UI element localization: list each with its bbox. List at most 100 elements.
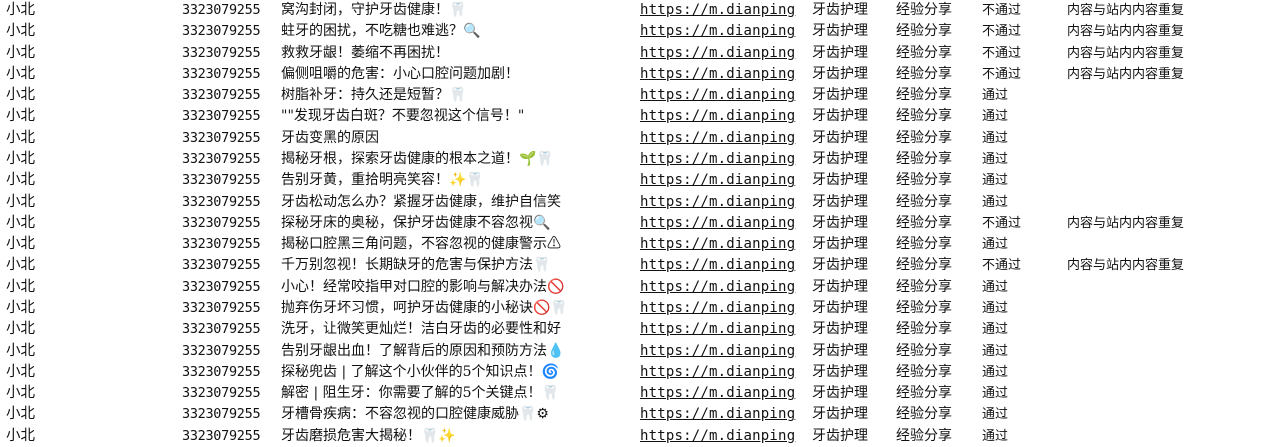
id-cell: 3323079255 xyxy=(182,129,261,146)
title-cell: 告别牙龈出血！了解背后的原因和预防方法💧 xyxy=(281,342,565,359)
category-cell: 牙齿护理 xyxy=(812,172,868,189)
id-cell: 3323079255 xyxy=(182,151,261,167)
url-link[interactable]: https://m.dianping xyxy=(640,213,810,234)
table-row: 小北 3323079255 牙齿磨损危害大揭秘！🦷✨ https://m.dianpi… xyxy=(0,426,1280,447)
category-cell: 牙齿护理 xyxy=(812,406,868,423)
category-cell: 牙齿护理 xyxy=(812,427,868,444)
url-link[interactable]: https://m.dianping xyxy=(640,341,810,362)
id-cell: 3323079255 xyxy=(182,23,261,40)
url-link[interactable]: https://m.dianping xyxy=(640,319,810,340)
id-cell: 3323079255 xyxy=(182,2,261,18)
title-cell: 千万别忽视！长期缺牙的危害与保护方法🦷 xyxy=(281,257,551,274)
id-cell: 3323079255 xyxy=(182,406,261,423)
url-link[interactable]: https://m.dianping xyxy=(640,128,810,149)
status-cell: 不通过 xyxy=(982,45,1022,61)
table-row: 小北 3323079255 探秘兜齿 | 了解这个小伙伴的5个知识点！🌀 https:… xyxy=(0,362,1280,383)
reason-cell xyxy=(1067,128,1277,149)
id-cell: 3323079255 xyxy=(182,385,261,402)
url-link[interactable]: https://m.dianping xyxy=(640,298,810,319)
reason-cell xyxy=(1067,277,1277,298)
url-link[interactable]: https://m.dianping xyxy=(640,234,810,255)
url-link[interactable]: https://m.dianping xyxy=(640,106,810,127)
type-cell: 经验分享 xyxy=(896,342,952,359)
table-row: 小北 3323079255 窝沟封闭，守护牙齿健康！🦷 https://m.dianp… xyxy=(0,0,1280,21)
title-cell: 探秘牙床的奥秘，保护牙齿健康不容忽视🔍 xyxy=(281,214,551,231)
category-cell: 牙齿护理 xyxy=(812,23,868,40)
user-cell: 小北 xyxy=(6,129,35,146)
reason-cell: 内容与站内内容重复 xyxy=(1067,258,1185,274)
category-cell: 牙齿护理 xyxy=(812,108,868,125)
url-link[interactable]: https://m.dianping xyxy=(640,383,810,404)
id-cell: 3323079255 xyxy=(182,363,261,380)
status-cell: 不通过 xyxy=(982,3,1022,18)
type-cell: 经验分享 xyxy=(896,108,952,125)
id-cell: 3323079255 xyxy=(182,87,261,104)
reason-cell: 内容与站内内容重复 xyxy=(1067,66,1185,82)
type-cell: 经验分享 xyxy=(896,427,952,444)
url-link[interactable]: https://m.dianping xyxy=(640,426,810,447)
id-cell: 3323079255 xyxy=(182,108,261,125)
reason-cell xyxy=(1067,404,1277,425)
id-cell: 3323079255 xyxy=(182,278,261,295)
user-cell: 小北 xyxy=(6,172,35,189)
url-link[interactable]: https://m.dianping xyxy=(640,404,810,425)
reason-cell xyxy=(1067,170,1277,191)
url-link[interactable]: https://m.dianping xyxy=(640,64,810,85)
url-link[interactable]: https://m.dianping xyxy=(640,85,810,106)
reason-cell: 内容与站内内容重复 xyxy=(1067,24,1185,40)
title-cell: 解密 | 阻生牙：你需要了解的5个关键点！🦷 xyxy=(281,385,559,402)
user-cell: 小北 xyxy=(6,87,35,104)
url-link[interactable]: https://m.dianping xyxy=(640,21,810,42)
table-row: 小北 3323079255 告别牙龈出血！了解背后的原因和预防方法💧 https://… xyxy=(0,341,1280,362)
type-cell: 经验分享 xyxy=(896,236,952,253)
category-cell: 牙齿护理 xyxy=(812,257,868,274)
table-row: 小北 3323079255 偏侧咀嚼的危害：小心口腔问题加剧！ https://m.d… xyxy=(0,64,1280,85)
type-cell: 经验分享 xyxy=(896,321,952,338)
type-cell: 经验分享 xyxy=(896,385,952,402)
user-cell: 小北 xyxy=(6,406,35,423)
type-cell: 经验分享 xyxy=(896,129,952,146)
user-cell: 小北 xyxy=(6,257,35,274)
user-cell: 小北 xyxy=(6,2,35,18)
spreadsheet-table: 小北 3323079255 窝沟封闭，守护牙齿健康！🦷 https://m.dianp… xyxy=(0,0,1280,447)
url-link[interactable]: https://m.dianping xyxy=(640,149,810,170)
title-cell: 小心！经常咬指甲对口腔的影响与解决办法🚫 xyxy=(281,278,565,295)
table-row: 小北 3323079255 抛弃伤牙坏习惯，呵护牙齿健康的小秘诀🚫🦷 https://… xyxy=(0,298,1280,319)
url-link[interactable]: https://m.dianping xyxy=(640,0,810,21)
category-cell: 牙齿护理 xyxy=(812,151,868,167)
url-link[interactable]: https://m.dianping xyxy=(640,362,810,383)
type-cell: 经验分享 xyxy=(896,65,952,82)
title-cell: 牙齿松动怎么办？紧握牙齿健康，维护自信笑 xyxy=(281,193,561,210)
title-cell: 洗牙，让微笑更灿烂！洁白牙齿的必要性和好 xyxy=(281,321,561,338)
url-link[interactable]: https://m.dianping xyxy=(640,192,810,213)
category-cell: 牙齿护理 xyxy=(812,214,868,231)
user-cell: 小北 xyxy=(6,385,35,402)
title-cell: 牙齿磨损危害大揭秘！🦷✨ xyxy=(281,427,456,444)
status-cell: 通过 xyxy=(982,152,1009,167)
reason-cell xyxy=(1067,298,1277,319)
title-cell: 抛弃伤牙坏习惯，呵护牙齿健康的小秘诀🚫🦷 xyxy=(281,300,568,316)
status-cell: 通过 xyxy=(982,364,1009,380)
reason-cell: 内容与站内内容重复 xyxy=(1067,3,1185,18)
url-link[interactable]: https://m.dianping xyxy=(640,277,810,298)
category-cell: 牙齿护理 xyxy=(812,385,868,402)
title-cell: 树脂补牙：持久还是短暂？🦷 xyxy=(281,87,467,104)
id-cell: 3323079255 xyxy=(182,257,261,274)
status-cell: 通过 xyxy=(982,237,1009,253)
status-cell: 不通过 xyxy=(982,258,1022,274)
status-cell: 通过 xyxy=(982,173,1009,189)
url-link[interactable]: https://m.dianping xyxy=(640,170,810,191)
user-cell: 小北 xyxy=(6,44,35,61)
user-cell: 小北 xyxy=(6,214,35,231)
status-cell: 通过 xyxy=(982,407,1009,423)
reason-cell xyxy=(1067,319,1277,340)
reason-cell xyxy=(1067,106,1277,127)
type-cell: 经验分享 xyxy=(896,2,952,18)
url-link[interactable]: https://m.dianping xyxy=(640,255,810,276)
table-row: 小北 3323079255 探秘牙床的奥秘，保护牙齿健康不容忽视🔍 https://m… xyxy=(0,213,1280,234)
url-link[interactable]: https://m.dianping xyxy=(640,43,810,64)
status-cell: 通过 xyxy=(982,88,1009,104)
title-cell: 偏侧咀嚼的危害：小心口腔问题加剧！ xyxy=(281,65,519,82)
category-cell: 牙齿护理 xyxy=(812,342,868,359)
category-cell: 牙齿护理 xyxy=(812,65,868,82)
